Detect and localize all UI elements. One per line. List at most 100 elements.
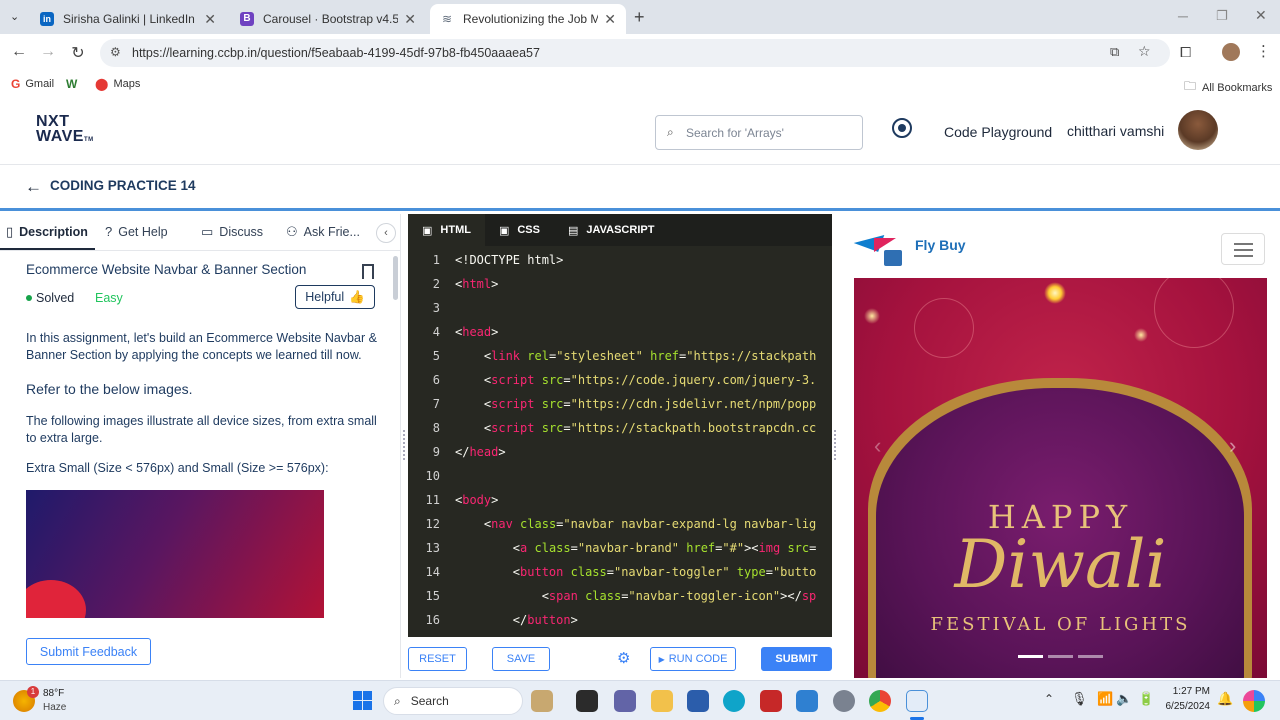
code-line[interactable]: 6 <script src="https://code.jquery.com/j… xyxy=(408,368,832,392)
new-tab-icon[interactable]: + xyxy=(634,7,645,28)
clock-date[interactable]: 6/25/2024 xyxy=(1160,701,1211,712)
code-line[interactable]: 12 <nav class="navbar navbar-expand-lg n… xyxy=(408,512,832,536)
carousel-indicator[interactable] xyxy=(1048,655,1073,658)
microphone-icon[interactable]: 🎙 xyxy=(1071,691,1088,707)
code-line[interactable]: 9 </head> xyxy=(408,440,832,464)
settings-gear-icon[interactable]: ⚙ xyxy=(617,649,630,667)
battery-icon[interactable]: 🔋 xyxy=(1138,691,1154,707)
code-line[interactable]: 15 <span class="navbar-toggler-icon"></s… xyxy=(408,584,832,608)
code-line[interactable]: 3 xyxy=(408,296,832,320)
bookmark-gmail[interactable]: G Gmail xyxy=(11,77,54,91)
code-line[interactable]: 11 <body> xyxy=(408,488,832,512)
url-bar[interactable]: ⚙ https://learning.ccbp.in/question/f5ea… xyxy=(100,39,1170,67)
browser-tab-active[interactable]: ≋ Revolutionizing the Job Market ✕ xyxy=(430,4,626,34)
restore-icon[interactable]: ❐ xyxy=(1216,8,1228,24)
submit-button[interactable]: SUBMIT xyxy=(761,647,832,671)
weather-temp[interactable]: 88°F xyxy=(43,688,64,699)
forward-icon[interactable]: → xyxy=(38,43,58,61)
bookmark-icon[interactable] xyxy=(362,264,374,279)
collapse-chevron-icon[interactable]: ‹ xyxy=(376,223,396,243)
code-line[interactable]: 14 <button class="navbar-toggler" type="… xyxy=(408,560,832,584)
tab-list-chevron-icon[interactable]: ⌄ xyxy=(10,10,19,23)
notification-bell-icon[interactable]: 🔔 xyxy=(1217,691,1233,707)
file-explorer-icon[interactable] xyxy=(651,690,673,712)
taskbar-search[interactable]: ⌕ Search xyxy=(383,687,523,715)
tab-ask-friend[interactable]: ⚇ Ask Frie... xyxy=(286,224,360,240)
submit-feedback-button[interactable]: Submit Feedback xyxy=(26,638,151,665)
extensions-icon[interactable]: ⧠ xyxy=(1180,44,1191,61)
all-bookmarks[interactable]: 🗀 All Bookmarks xyxy=(1184,77,1272,98)
profile-avatar[interactable] xyxy=(1222,43,1240,61)
site-settings-icon[interactable]: ⚙ xyxy=(110,45,121,59)
mcafee-icon[interactable] xyxy=(760,690,782,712)
user-avatar[interactable] xyxy=(1178,110,1218,150)
chrome-icon[interactable] xyxy=(869,690,891,712)
weather-desc[interactable]: Haze xyxy=(43,702,66,713)
vscode-icon[interactable] xyxy=(796,690,818,712)
volume-icon[interactable]: 🔈 xyxy=(1116,691,1132,707)
helpful-button[interactable]: Helpful 👍 xyxy=(295,285,375,309)
code-line[interactable]: 8 <script src="https://stackpath.bootstr… xyxy=(408,416,832,440)
code-line[interactable]: 1 <!DOCTYPE html> xyxy=(408,248,832,272)
brand-name[interactable]: Fly Buy xyxy=(915,237,966,253)
save-button[interactable]: SAVE xyxy=(492,647,550,671)
close-tab-icon[interactable]: ✕ xyxy=(604,11,616,28)
code-line[interactable]: 10 xyxy=(408,464,832,488)
taskbar-app-icon[interactable] xyxy=(531,690,553,712)
bookmark-maps[interactable]: ⬤ Maps xyxy=(95,77,140,91)
clock-time[interactable]: 1:27 PM xyxy=(1160,686,1210,697)
tab-css[interactable]: ▣ CSS xyxy=(485,214,554,246)
code-line[interactable]: 7 <script src="https://cdn.jsdelivr.net/… xyxy=(408,392,832,416)
search-input[interactable]: ⌕ Search for 'Arrays' xyxy=(655,115,863,150)
timer-icon[interactable] xyxy=(892,118,912,138)
run-code-button[interactable]: ▶ RUN CODE xyxy=(650,647,736,671)
reload-icon[interactable]: ↻ xyxy=(68,43,88,63)
carousel-prev-icon[interactable]: ‹ xyxy=(874,433,881,459)
tab-description[interactable]: ▯ Description xyxy=(6,224,88,240)
back-arrow-icon[interactable]: ← xyxy=(25,177,42,197)
copilot-icon[interactable] xyxy=(1243,690,1265,712)
nxtwave-logo[interactable]: NXT WAVETM xyxy=(36,114,94,148)
carousel-banner[interactable]: HAPPY Diwali FESTIVAL OF LIGHTS ‹ › xyxy=(854,278,1267,678)
back-icon[interactable]: ← xyxy=(9,43,29,61)
code-line[interactable]: 2 <html> xyxy=(408,272,832,296)
settings-icon[interactable] xyxy=(833,690,855,712)
code-line[interactable]: 5 <link rel="stylesheet" href="https://s… xyxy=(408,344,832,368)
browser-tab-linkedin[interactable]: in Sirisha Galinki | LinkedIn ✕ xyxy=(30,4,226,34)
bookmark-star-icon[interactable]: ☆ xyxy=(1138,43,1151,60)
navbar-toggler-button[interactable] xyxy=(1221,233,1265,265)
code-playground-link[interactable]: Code Playground xyxy=(944,124,1052,140)
edge-icon[interactable] xyxy=(723,690,745,712)
user-name[interactable]: chitthari vamshi xyxy=(1067,123,1164,139)
flybuy-logo-icon[interactable] xyxy=(853,226,904,268)
resize-handle-right[interactable] xyxy=(834,430,838,460)
tab-javascript[interactable]: ▤ JAVASCRIPT xyxy=(554,214,668,246)
carousel-next-icon[interactable]: › xyxy=(1229,433,1236,459)
code-line[interactable]: 4 <head> xyxy=(408,320,832,344)
browser-menu-icon[interactable]: ⋮ xyxy=(1256,42,1271,60)
minimize-icon[interactable]: ─ xyxy=(1178,8,1188,24)
close-tab-icon[interactable]: ✕ xyxy=(204,11,216,28)
browser-tab-bootstrap[interactable]: B Carousel · Bootstrap v4.5 ✕ xyxy=(230,4,426,34)
scrollbar-thumb[interactable] xyxy=(393,256,398,300)
wifi-icon[interactable]: 📶 xyxy=(1097,691,1113,707)
start-windows-icon[interactable] xyxy=(353,691,373,711)
code-line[interactable]: 13 <a class="navbar-brand" href="#"><img… xyxy=(408,536,832,560)
teams-icon[interactable] xyxy=(614,690,636,712)
resize-handle-left[interactable] xyxy=(403,430,407,460)
task-view-icon[interactable] xyxy=(576,690,598,712)
tab-get-help[interactable]: ? Get Help xyxy=(105,224,168,239)
install-app-icon[interactable]: ⧉ xyxy=(1110,44,1119,60)
code-line[interactable]: 16 </button> xyxy=(408,608,832,632)
store-icon[interactable] xyxy=(687,690,709,712)
reset-button[interactable]: RESET xyxy=(408,647,467,671)
close-tab-icon[interactable]: ✕ xyxy=(404,11,416,28)
tab-discuss[interactable]: ▭ Discuss xyxy=(201,224,263,240)
close-window-icon[interactable]: ✕ xyxy=(1255,7,1267,24)
snipping-tool-icon[interactable] xyxy=(906,690,928,712)
carousel-indicator[interactable] xyxy=(1078,655,1103,658)
tray-chevron-icon[interactable]: ⌃ xyxy=(1044,692,1054,706)
tab-html[interactable]: ▣ HTML xyxy=(408,214,485,246)
carousel-indicator-active[interactable] xyxy=(1018,655,1043,658)
bookmark-w[interactable]: W xyxy=(66,77,77,91)
